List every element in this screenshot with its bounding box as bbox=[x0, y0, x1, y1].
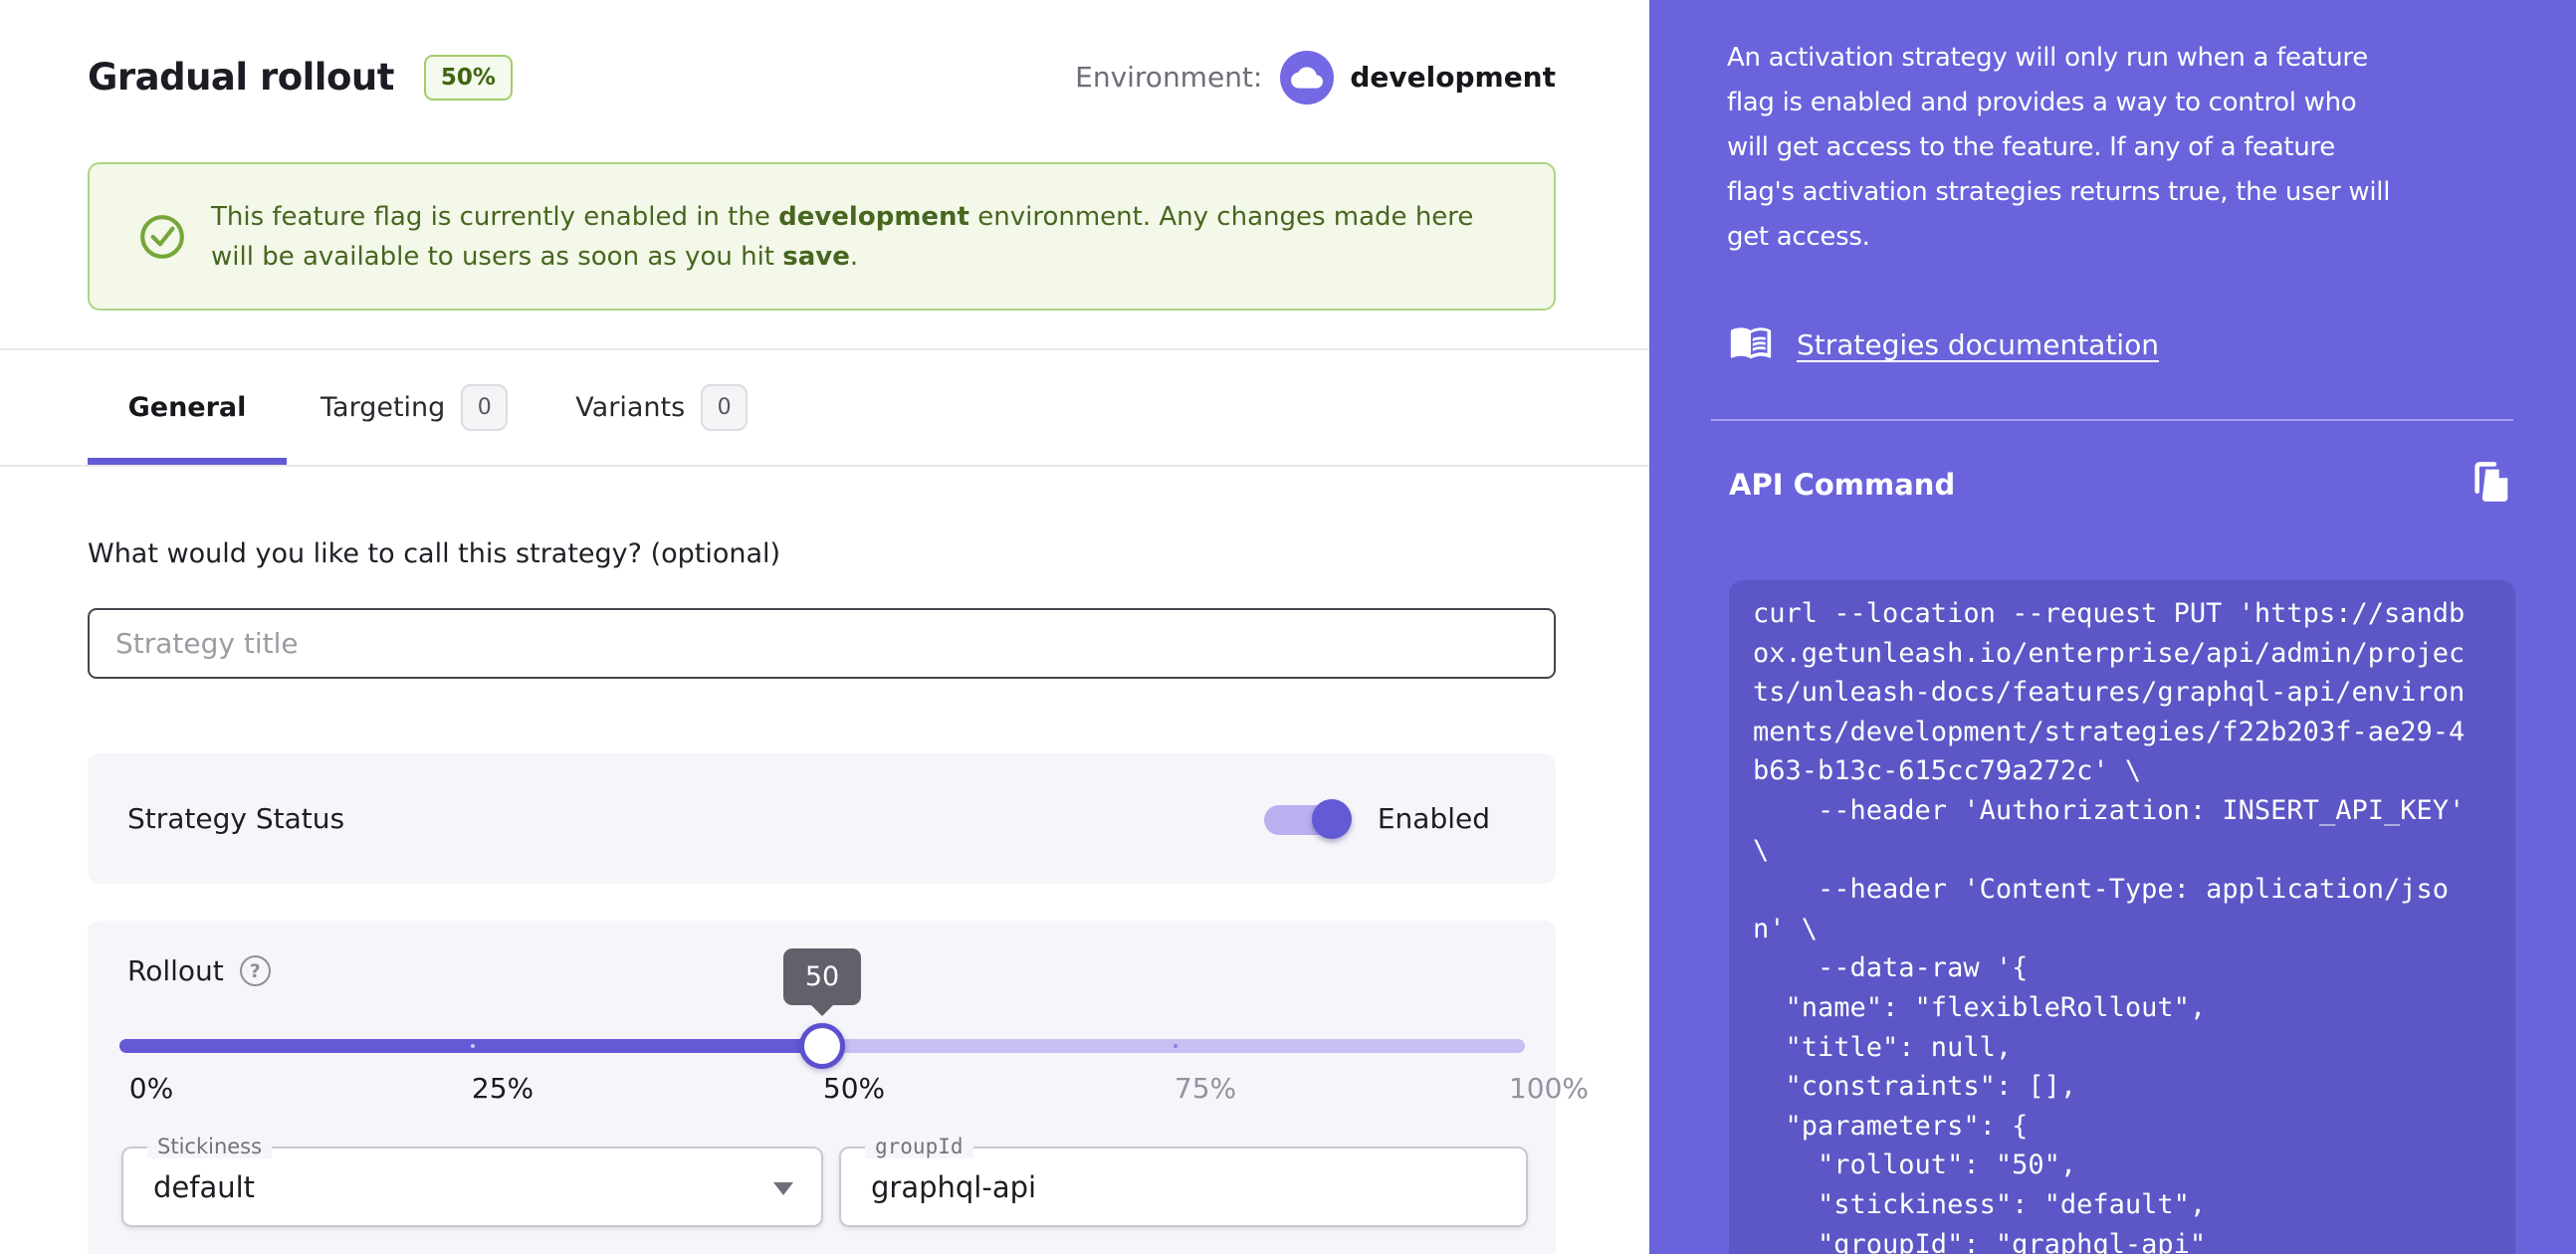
slider-label-0: 0% bbox=[128, 1072, 174, 1105]
slider-scale: 0% 25% 50% 75% 100% bbox=[88, 1072, 1589, 1112]
enabled-alert: This feature flag is currently enabled i… bbox=[88, 162, 1556, 311]
alert-text-part: This feature flag is currently enabled i… bbox=[211, 201, 779, 232]
slider-label-50: 50% bbox=[822, 1072, 886, 1105]
cloud-icon bbox=[1280, 50, 1335, 104]
api-command-code: curl --location --request PUT 'https://s… bbox=[1729, 580, 2515, 1254]
strategy-status-card: Strategy Status Enabled bbox=[88, 753, 1556, 884]
book-icon bbox=[1729, 320, 1773, 368]
alert-save-bold: save bbox=[782, 241, 850, 272]
rollout-slider[interactable] bbox=[119, 1023, 1525, 1069]
tab-general-label: General bbox=[127, 392, 247, 423]
stickiness-value: default bbox=[153, 1169, 256, 1204]
page-title: Gradual rollout bbox=[88, 56, 394, 99]
strategy-status-label: Strategy Status bbox=[127, 802, 345, 835]
rollout-header: Rollout ? bbox=[127, 954, 271, 987]
docs-link-row: Strategies documentation bbox=[1729, 320, 2159, 368]
chevron-down-icon bbox=[773, 1182, 793, 1195]
copy-button[interactable] bbox=[2469, 461, 2515, 510]
slider-tick-75 bbox=[1174, 1044, 1178, 1048]
slider-value-tooltip: 50 bbox=[783, 948, 861, 1016]
activation-strategy-description: An activation strategy will only run whe… bbox=[1727, 43, 2391, 252]
tab-variants-label: Variants bbox=[575, 392, 686, 423]
curl-command: curl --location --request PUT 'https://s… bbox=[1753, 598, 2466, 1254]
slider-label-75: 75% bbox=[1174, 1072, 1237, 1105]
strategy-edit-panel: Gradual rollout 50% Environment: develop… bbox=[0, 0, 1649, 1254]
slider-tick-25 bbox=[471, 1044, 475, 1048]
environment-label: Environment: bbox=[1075, 61, 1263, 94]
rollout-percentage-badge: 50% bbox=[423, 54, 513, 101]
variants-count-badge: 0 bbox=[701, 384, 749, 431]
environment-name: development bbox=[1350, 61, 1556, 94]
slider-label-100: 100% bbox=[1508, 1072, 1590, 1105]
tab-general[interactable]: General bbox=[88, 350, 287, 465]
alert-message: This feature flag is currently enabled i… bbox=[211, 197, 1554, 277]
strategies-documentation-link[interactable]: Strategies documentation bbox=[1797, 328, 2159, 361]
tab-targeting[interactable]: Targeting 0 bbox=[287, 350, 541, 465]
check-circle-icon bbox=[137, 212, 187, 262]
alert-env-bold: development bbox=[778, 201, 969, 232]
api-command-header: API Command bbox=[1729, 453, 2515, 517]
slider-label-25: 25% bbox=[471, 1072, 535, 1105]
strategy-status-toggle[interactable] bbox=[1263, 797, 1352, 841]
alert-text-part: . bbox=[849, 241, 859, 272]
title-group: Gradual rollout 50% bbox=[88, 54, 513, 101]
slider-thumb[interactable] bbox=[799, 1023, 845, 1069]
strategy-status-control: Enabled bbox=[1263, 797, 1490, 841]
stickiness-select[interactable]: Stickiness default bbox=[121, 1135, 823, 1227]
groupid-input[interactable] bbox=[841, 1149, 1526, 1225]
strategy-tabs: General Targeting 0 Variants 0 bbox=[88, 350, 781, 465]
divider bbox=[1711, 419, 2513, 421]
targeting-count-badge: 0 bbox=[461, 384, 509, 431]
strategy-title-question: What would you like to call this strateg… bbox=[88, 538, 781, 569]
environment-indicator: Environment: development bbox=[1075, 50, 1556, 104]
api-command-title: API Command bbox=[1729, 468, 1956, 502]
tab-targeting-label: Targeting bbox=[321, 392, 446, 423]
copy-icon bbox=[2469, 461, 2515, 510]
strategy-status-value: Enabled bbox=[1377, 802, 1490, 835]
help-icon[interactable]: ? bbox=[239, 955, 271, 986]
tab-variants[interactable]: Variants 0 bbox=[541, 350, 781, 465]
rollout-card: Rollout ? 50 0% 25% 50% 75% 100% Stickin… bbox=[88, 921, 1589, 1254]
divider bbox=[0, 465, 1649, 467]
unleash-strategy-edit-screen: Gradual rollout 50% Environment: develop… bbox=[0, 0, 2576, 1254]
toggle-knob bbox=[1311, 798, 1352, 839]
strategy-help-sidebar: An activation strategy will only run whe… bbox=[1649, 0, 2576, 1254]
page-header: Gradual rollout 50% Environment: develop… bbox=[88, 30, 1556, 124]
slider-tooltip-value: 50 bbox=[804, 961, 840, 992]
groupid-field: groupId bbox=[839, 1135, 1528, 1227]
rollout-label: Rollout bbox=[127, 954, 224, 987]
strategy-title-input[interactable] bbox=[88, 608, 1556, 679]
